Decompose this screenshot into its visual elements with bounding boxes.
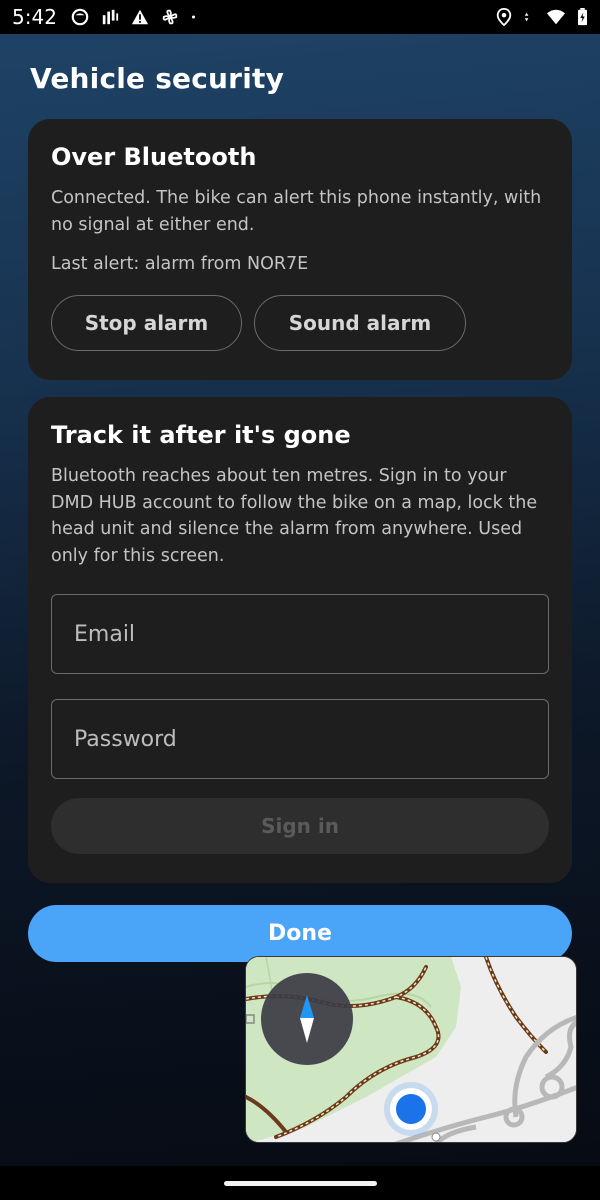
compass-icon[interactable]: [261, 973, 353, 1065]
battery-icon: [578, 8, 587, 26]
dot-icon: [191, 15, 195, 19]
sign-in-button[interactable]: Sign in: [51, 798, 549, 854]
bluetooth-heading: Over Bluetooth: [51, 143, 257, 171]
track-description: Bluetooth reaches about ten metres. Sign…: [51, 466, 538, 566]
location-icon: [496, 8, 512, 26]
warning-icon: [131, 9, 149, 25]
face-icon: [71, 8, 89, 26]
done-button[interactable]: Done: [28, 905, 572, 962]
page-title: Vehicle security: [30, 62, 285, 95]
bluetooth-card: Over Bluetooth Connected. The bike can a…: [28, 119, 572, 380]
status-time: 5:42: [12, 5, 57, 29]
home-gesture-handle[interactable]: [224, 1181, 377, 1186]
location-dot-icon: [383, 1081, 439, 1137]
sound-alarm-button[interactable]: Sound alarm: [254, 295, 466, 351]
password-field[interactable]: [51, 699, 549, 779]
status-left-icons: [71, 8, 201, 26]
data-arrows-icon: [524, 12, 529, 22]
compass-needle: [300, 995, 314, 1043]
stop-alarm-button[interactable]: Stop alarm: [51, 295, 242, 351]
status-right-icons: [495, 8, 588, 26]
last-alert-text: Last alert: alarm from NOR7E: [51, 254, 309, 274]
track-heading: Track it after it's gone: [51, 421, 351, 449]
email-field[interactable]: [51, 594, 549, 674]
signal-bars-icon: [102, 9, 119, 25]
status-bar: 5:42: [0, 0, 600, 34]
map-preview[interactable]: [245, 956, 577, 1143]
track-card: Track it after it's gone Bluetooth reach…: [28, 397, 572, 883]
bluetooth-description: Connected. The bike can alert this phone…: [51, 188, 542, 235]
wifi-icon: [547, 9, 565, 25]
pinwheel-icon: [162, 9, 178, 25]
